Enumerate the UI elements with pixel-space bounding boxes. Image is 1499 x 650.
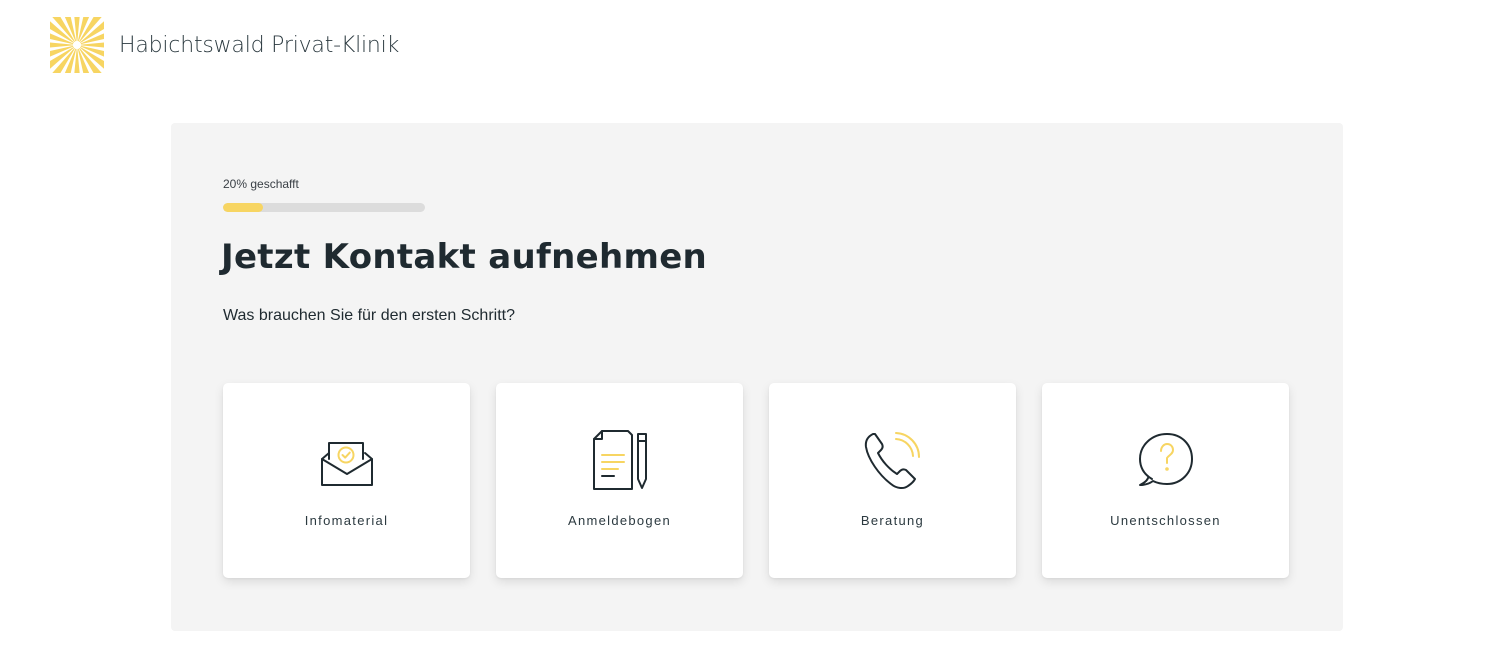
question-bubble-icon [1134, 429, 1198, 493]
phone-call-icon [861, 429, 925, 493]
progress-bar [223, 203, 425, 212]
progress-bar-fill [223, 203, 264, 212]
option-infomaterial[interactable]: Infomaterial [223, 383, 470, 578]
site-header: Habichtswald Privat-Klinik [50, 16, 399, 74]
option-list: Infomaterial Anmeldebogen Beratung Unent… [223, 383, 1289, 578]
envelope-check-icon [315, 429, 379, 493]
option-label: Unentschlossen [1110, 513, 1221, 528]
option-label: Infomaterial [304, 513, 389, 528]
option-label: Beratung [860, 513, 925, 528]
page-title: Jetzt Kontakt aufnehmen [221, 237, 708, 277]
option-beratung[interactable]: Beratung [769, 383, 1016, 578]
option-unentschlossen[interactable]: Unentschlossen [1042, 383, 1289, 578]
contact-form-panel: 20% geschafft Jetzt Kontakt aufnehmen Wa… [171, 123, 1343, 631]
document-pen-icon [588, 429, 652, 493]
option-label: Anmeldebogen [567, 513, 672, 528]
progress-label: 20% geschafft [223, 177, 299, 191]
option-anmeldebogen[interactable]: Anmeldebogen [496, 383, 743, 578]
sunburst-logo-icon[interactable] [50, 17, 104, 73]
brand-name[interactable]: Habichtswald Privat-Klinik [119, 33, 399, 58]
question-text: Was brauchen Sie für den ersten Schritt? [223, 307, 515, 324]
